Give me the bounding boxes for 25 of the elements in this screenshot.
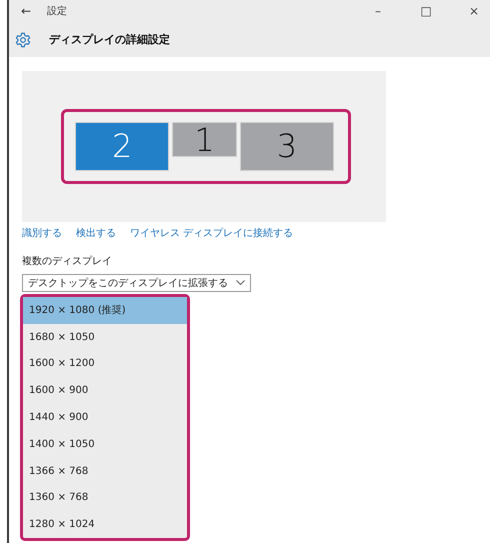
resolution-option[interactable]: 1680 × 1050 — [23, 324, 187, 351]
resolution-option[interactable]: 1920 × 1080 (推奨) — [23, 297, 187, 324]
window-control-button[interactable]: × — [458, 4, 490, 18]
resolution-option[interactable]: 1360 × 768 — [23, 484, 187, 512]
display-tile[interactable]: 2 — [75, 122, 170, 171]
settings-icon — [15, 32, 31, 48]
link[interactable]: 識別する — [22, 226, 62, 240]
resolution-option[interactable]: 1400 × 1050 — [23, 430, 187, 458]
resolution-option[interactable]: 1366 × 768 — [23, 458, 187, 485]
link[interactable]: 検出する — [76, 226, 116, 240]
field-label: 複数のディスプレイ — [22, 254, 113, 268]
chevron-icon — [236, 280, 245, 286]
page-title: ディスプレイの詳細設定 — [49, 32, 170, 47]
resolution-option[interactable]: 1600 × 900 — [23, 377, 187, 404]
window-title: 設定 — [47, 4, 68, 18]
dropdown[interactable]: デスクトップをこのディスプレイに拡張する — [22, 274, 251, 292]
window-control-button[interactable]: – — [362, 4, 394, 18]
window-control-button[interactable]: □ — [410, 4, 442, 18]
resolution-option[interactable]: 1280 × 1024 — [23, 511, 187, 538]
resolution-option[interactable]: 1440 × 900 — [23, 404, 187, 431]
display-tile[interactable]: 1 — [172, 122, 238, 157]
back-button[interactable]: ← — [21, 4, 32, 18]
link[interactable]: ワイヤレス ディスプレイに接続する — [130, 226, 294, 240]
resolution-option[interactable]: 1600 × 1200 — [23, 350, 187, 378]
display-tile[interactable]: 3 — [240, 122, 334, 171]
